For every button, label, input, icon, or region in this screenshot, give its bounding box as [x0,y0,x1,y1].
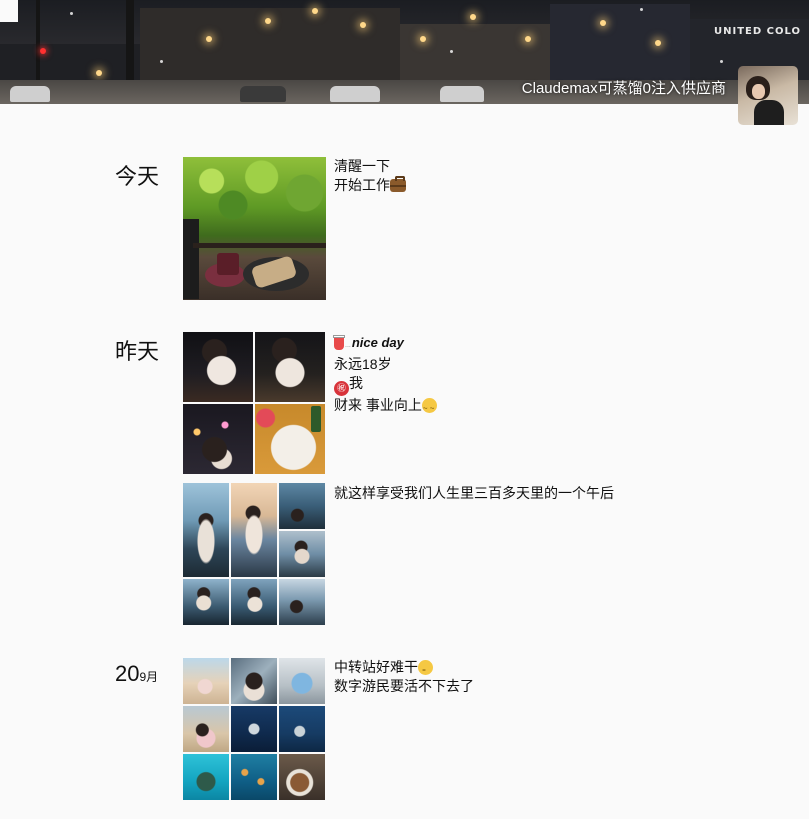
day-label: 209月 [115,661,158,687]
post-photo[interactable] [231,754,277,800]
post-photo[interactable] [231,706,277,752]
post-photo[interactable] [279,483,325,529]
thinking-face-emoji-icon [418,660,433,679]
post-photo[interactable] [279,754,325,800]
month-label: 9月 [139,670,159,684]
post-photo[interactable] [255,404,325,474]
caption-line: 就这样享受我们人生里三百多天里的一个午后 [334,485,614,501]
drink-cup-emoji-icon [333,335,345,350]
caption-line: 财来 事业向上 [334,397,422,413]
post-caption: 就这样享受我们人生里三百多天里的一个午后 [334,484,614,503]
eye-roll-emoji-icon [421,398,437,418]
post-photo[interactable] [231,579,277,625]
post-caption: 清醒一下 开始工作 [334,157,406,195]
caption-line: 清醒一下 [334,158,390,174]
post-photo[interactable] [279,658,325,704]
post-photo[interactable] [279,579,325,625]
profile-avatar[interactable] [738,66,798,125]
day-label: 昨天 [115,339,160,364]
post-photo[interactable] [183,404,253,474]
post-photo[interactable] [183,658,229,704]
post-photo[interactable] [183,332,253,402]
day-label: 今天 [115,164,160,189]
caption-line: 开始工作 [334,177,390,193]
cover-sign-text: UNITED COLO [713,26,801,37]
post-photo[interactable] [183,483,229,577]
post-photo[interactable] [183,579,229,625]
profile-nickname[interactable]: Claudemax可蒸馏0注入供应商 [522,77,726,98]
caption-line: 我 [349,375,363,391]
briefcase-emoji-icon [390,176,406,192]
caption-line: nice day [351,335,404,350]
red-seal-emoji-icon: ㊗ [334,381,349,396]
caption-line: 中转站好难干 [334,659,418,675]
post-photo[interactable] [279,706,325,752]
post-photo[interactable] [279,531,325,577]
post-photo[interactable] [183,706,229,752]
day-number: 20 [115,661,140,686]
post-caption: 中转站好难干 数字游民要活不下去了 [334,658,474,696]
caption-line: 永远18岁 [334,356,392,372]
post-photo[interactable] [255,332,325,402]
post-photo[interactable] [183,157,326,300]
traffic-light-icon [40,48,46,54]
post-photo[interactable] [231,658,277,704]
post-photo[interactable] [231,483,277,577]
caption-line: 数字游民要活不下去了 [334,678,474,694]
post-caption: ...nice day 永远18岁 ㊗我 财来 事业向上 [333,333,437,418]
post-photo[interactable] [183,754,229,800]
